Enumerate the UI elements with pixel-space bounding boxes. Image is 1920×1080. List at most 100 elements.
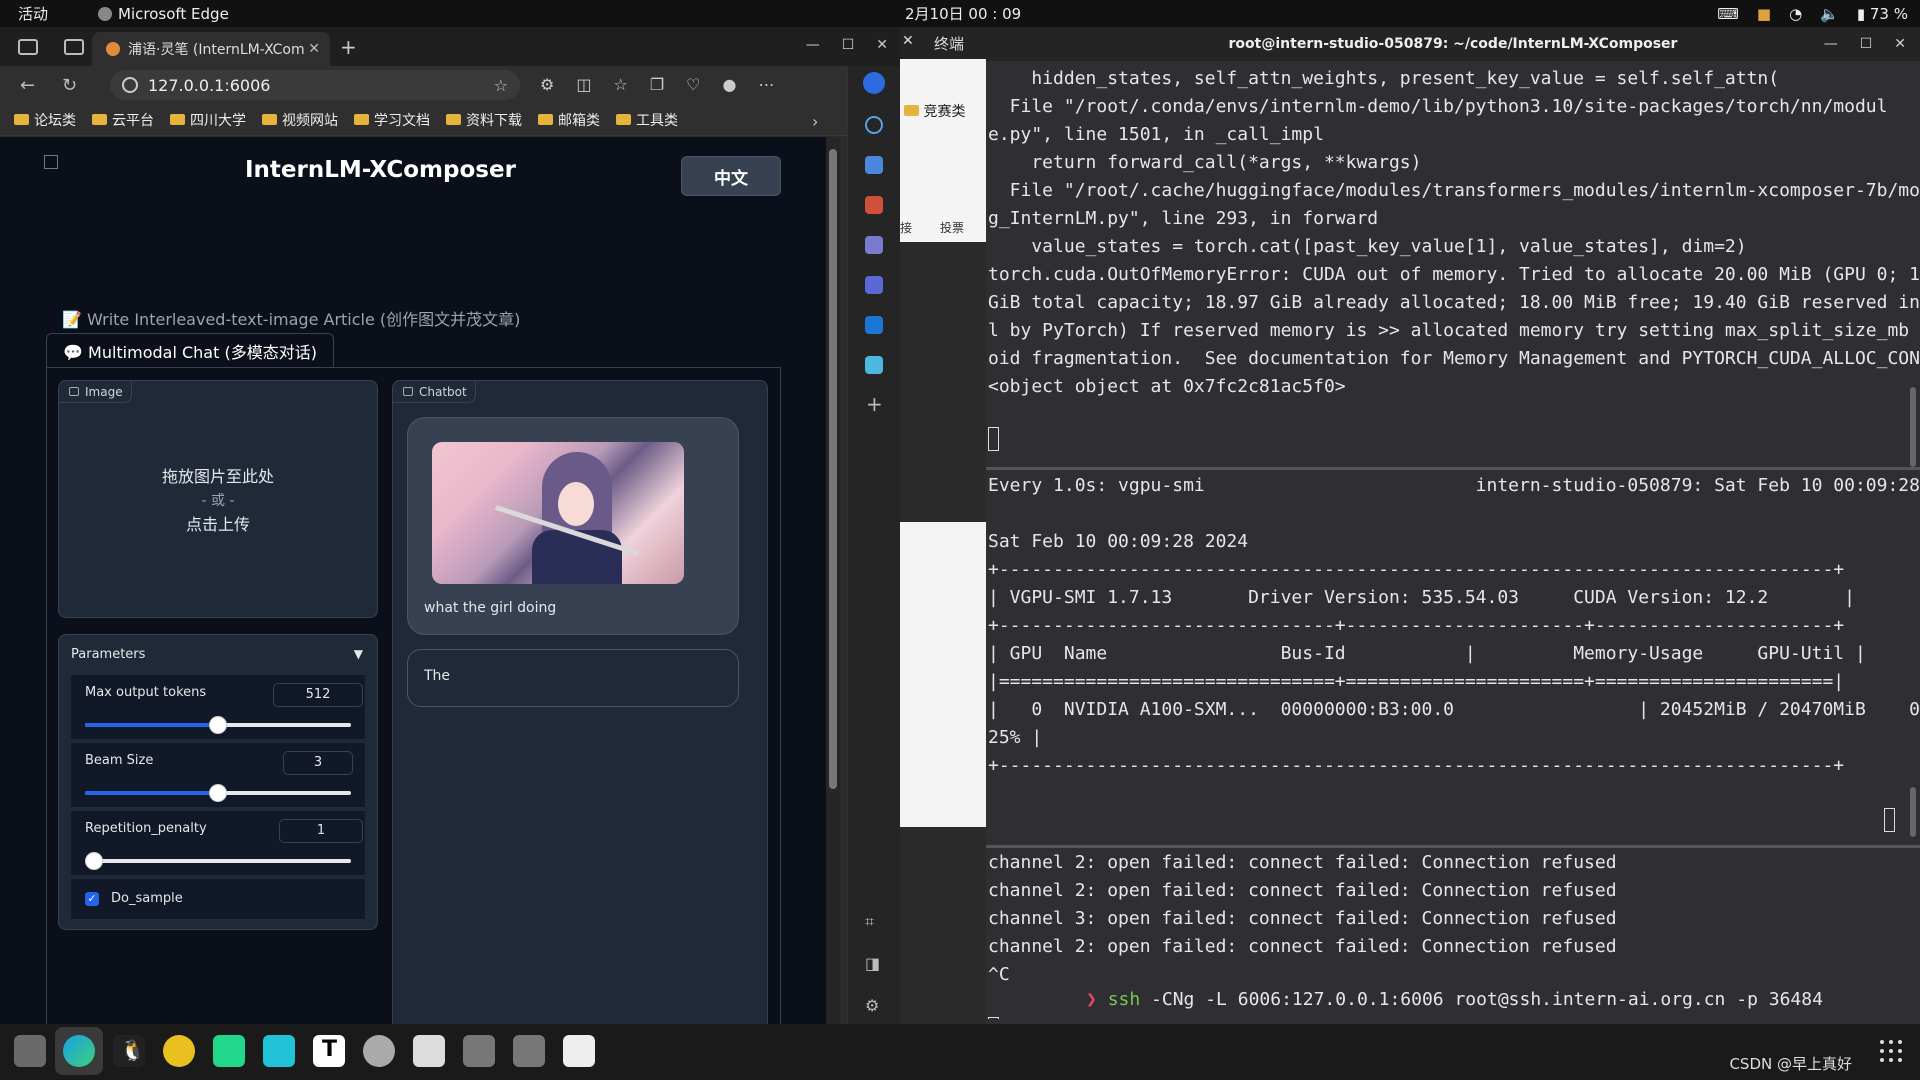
- background-bookmark: 竞赛类: [904, 101, 965, 121]
- parameters-title[interactable]: Parameters: [71, 647, 145, 662]
- bookmark-folder[interactable]: 学习文档: [354, 110, 430, 130]
- bookmark-label: 云平台: [112, 112, 154, 129]
- split-screen-icon[interactable]: ◫: [576, 75, 591, 94]
- collapse-arrow-icon[interactable]: ▼: [354, 647, 363, 661]
- close-tab-icon[interactable]: ✕: [308, 41, 320, 57]
- beam-size-slider[interactable]: [85, 784, 351, 802]
- browser-tab[interactable]: 浦语·灵笔 (InternLM-XCom ✕: [92, 32, 330, 66]
- files-icon[interactable]: [14, 1035, 46, 1067]
- extensions-icon[interactable]: ⚙: [540, 75, 554, 94]
- system-top-bar: 活动 Microsoft Edge 2月10日 00 : 09 ⌨ ■ ◔ 🔈 …: [0, 0, 1920, 27]
- trash-icon[interactable]: [563, 1035, 595, 1067]
- beam-size-input[interactable]: 3: [283, 751, 353, 775]
- tools-icon[interactable]: [865, 196, 883, 214]
- performance-icon[interactable]: ♡: [686, 75, 700, 94]
- workspaces-icon[interactable]: [18, 38, 38, 55]
- settings-taskbar-icon[interactable]: [363, 1035, 395, 1067]
- send-icon[interactable]: [865, 356, 883, 374]
- typora-icon[interactable]: T: [313, 1035, 345, 1067]
- image-upload-block[interactable]: Image 拖放图片至此处 - 或 - 点击上传: [58, 380, 378, 618]
- profile-avatar-icon[interactable]: ●: [723, 75, 737, 94]
- page-scrollbar[interactable]: [826, 137, 840, 1024]
- max-tokens-input[interactable]: 512: [273, 683, 363, 707]
- collections-icon[interactable]: ❐: [650, 75, 664, 94]
- new-tab-icon[interactable]: +: [340, 35, 357, 59]
- wifi-icon: ◔: [1789, 4, 1803, 23]
- tab-actions-icon[interactable]: [64, 38, 84, 55]
- repetition-penalty-slider-handle[interactable]: [85, 852, 103, 870]
- terminal-scrollbar[interactable]: [1910, 387, 1916, 467]
- battery-icon: ▮: [1856, 4, 1866, 23]
- bookmark-folder[interactable]: 云平台: [92, 110, 154, 130]
- max-tokens-slider-handle[interactable]: [209, 716, 227, 734]
- do-sample-param: ✓ Do_sample: [71, 879, 365, 919]
- minimize-icon[interactable]: —: [806, 37, 820, 53]
- clock[interactable]: 2月10日 00 : 09: [905, 3, 1021, 24]
- page-scrollbar-thumb[interactable]: [829, 149, 837, 789]
- do-sample-checkbox[interactable]: ✓: [85, 892, 99, 906]
- clion-icon[interactable]: [263, 1035, 295, 1067]
- terminal-minimize-icon[interactable]: —: [1824, 36, 1838, 52]
- favorite-star-icon[interactable]: ☆: [494, 76, 508, 95]
- microsoft-365-icon[interactable]: [865, 276, 883, 294]
- qq-icon[interactable]: 🐧: [113, 1035, 145, 1067]
- bookmark-folder[interactable]: 四川大学: [170, 110, 246, 130]
- terminal-pane-gpu[interactable]: Every 1.0s: vgpu-smi intern-studio-05087…: [986, 472, 1920, 845]
- terminal-taskbar-icon[interactable]: [413, 1035, 445, 1067]
- ssd-drive-icon[interactable]: [463, 1035, 495, 1067]
- pane-divider[interactable]: [986, 845, 1920, 848]
- maximize-icon[interactable]: ☐: [842, 37, 855, 53]
- screenshot-icon[interactable]: ⌗: [865, 912, 874, 932]
- beam-size-slider-handle[interactable]: [209, 784, 227, 802]
- show-apps-icon[interactable]: [1880, 1040, 1902, 1062]
- bookmark-folder[interactable]: 视频网站: [262, 110, 338, 130]
- sidebar-panel-icon[interactable]: ◨: [865, 954, 880, 973]
- pane-divider[interactable]: [986, 467, 1920, 470]
- favorites-icon[interactable]: ☆: [613, 75, 627, 94]
- terminal-maximize-icon[interactable]: ☐: [1860, 36, 1873, 52]
- sogou-icon[interactable]: [163, 1035, 195, 1067]
- bookmark-folder[interactable]: 工具类: [616, 110, 678, 130]
- shopping-icon[interactable]: [865, 156, 883, 174]
- sidebar-settings-icon[interactable]: ⚙: [865, 996, 879, 1015]
- terminal-scrollbar[interactable]: [1910, 787, 1916, 837]
- app-menu[interactable]: Microsoft Edge: [98, 5, 229, 23]
- battery-status: ▮ 73 %: [1857, 5, 1908, 23]
- terminal-pane-ssh[interactable]: channel 2: open failed: connect failed: …: [986, 849, 1920, 1019]
- tab-multimodal-chat[interactable]: 💬 Multimodal Chat (多模态对话): [46, 333, 334, 367]
- folder-icon: [170, 114, 185, 125]
- folder-icon: [904, 105, 919, 116]
- back-icon[interactable]: ←: [20, 75, 42, 96]
- outlook-icon[interactable]: [865, 316, 883, 334]
- refresh-icon[interactable]: ↻: [62, 75, 84, 96]
- bookmarks-more-icon[interactable]: ›: [812, 112, 818, 131]
- keyboard-icon: ⌨: [1717, 4, 1739, 23]
- bookmark-folder[interactable]: 资料下载: [446, 110, 522, 130]
- terminal-close-icon[interactable]: ✕: [1894, 36, 1906, 52]
- games-icon[interactable]: [865, 236, 883, 254]
- activities-button[interactable]: 活动: [18, 3, 48, 24]
- tab-article[interactable]: 📝 Write Interleaved-text-image Article (…: [62, 306, 520, 330]
- search-icon[interactable]: [865, 116, 883, 134]
- window-controls: — ☐ ✕: [806, 37, 888, 53]
- edge-taskbar-icon[interactable]: [63, 1035, 95, 1067]
- copilot-icon[interactable]: [863, 72, 885, 94]
- repetition-penalty-slider[interactable]: [85, 852, 351, 870]
- site-info-icon[interactable]: [122, 77, 138, 93]
- terminal-pane-error[interactable]: hidden_states, self_attn_weights, presen…: [986, 65, 1920, 467]
- address-bar[interactable]: 127.0.0.1:6006 ☆: [110, 70, 520, 100]
- upload-dropzone[interactable]: 拖放图片至此处 - 或 - 点击上传: [59, 465, 377, 537]
- pycharm-icon[interactable]: [213, 1035, 245, 1067]
- web-page: InternLM-XComposer 中文 📝 Write Interleave…: [0, 137, 826, 1024]
- add-sidebar-app-icon[interactable]: +: [866, 392, 883, 416]
- close-window-icon[interactable]: ✕: [876, 37, 888, 53]
- max-tokens-slider[interactable]: [85, 716, 351, 734]
- repetition-penalty-input[interactable]: 1: [279, 819, 363, 843]
- ssd-drive-icon[interactable]: [513, 1035, 545, 1067]
- more-menu-icon[interactable]: ⋯: [758, 75, 774, 94]
- bookmark-folder[interactable]: 论坛类: [14, 110, 76, 130]
- system-tray[interactable]: ⌨ ■ ◔ 🔈 ▮ 73 %: [1717, 5, 1908, 23]
- bookmark-folder[interactable]: 邮箱类: [538, 110, 600, 130]
- language-button[interactable]: 中文: [681, 156, 781, 196]
- bookmark-label: 学习文档: [374, 112, 430, 129]
